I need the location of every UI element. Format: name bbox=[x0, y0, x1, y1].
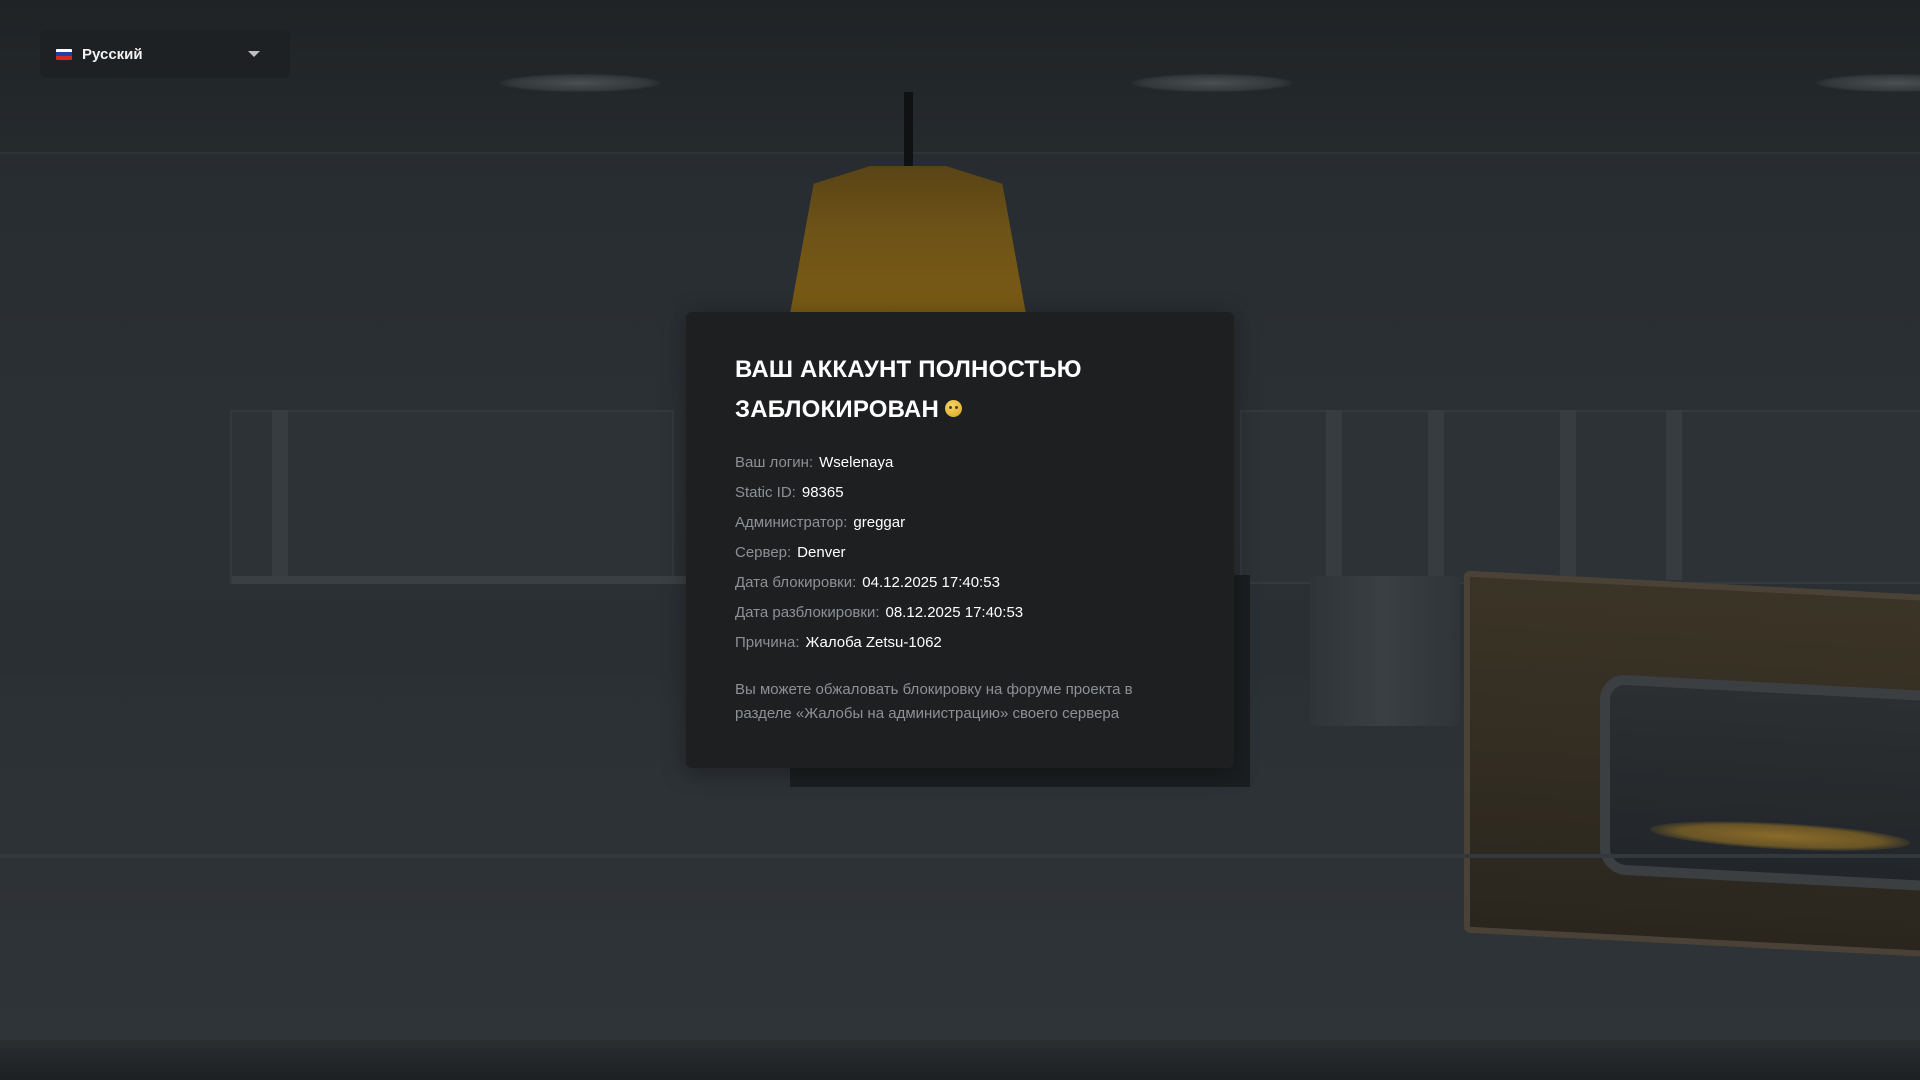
info-label: Static ID: bbox=[735, 484, 796, 501]
wall-post bbox=[1326, 410, 1342, 580]
info-label: Ваш логин: bbox=[735, 454, 814, 471]
info-row-unban-date: Дата разблокировки: 08.12.2025 17:40:53 bbox=[735, 598, 1185, 628]
wall-post bbox=[1560, 410, 1576, 580]
info-row-admin: Администратор: greggar bbox=[735, 508, 1185, 538]
appeal-note: Вы можете обжаловать блокировку на форум… bbox=[735, 681, 1133, 722]
lamp-cord bbox=[904, 92, 913, 170]
info-label: Причина: bbox=[735, 634, 800, 651]
cylinder-object bbox=[1310, 576, 1460, 726]
ban-notice-dialog: ВАШ АККАУНТ ПОЛНОСТЬЮ ЗАБЛОКИРОВАН Ваш л… bbox=[686, 312, 1234, 768]
ceiling bbox=[0, 0, 1920, 154]
admin-value: greggar bbox=[853, 514, 906, 531]
server-value: Denver bbox=[797, 544, 846, 561]
lamp-shade bbox=[790, 166, 1026, 314]
wall-panel bbox=[1240, 410, 1920, 584]
sad-face-emoji-icon bbox=[945, 400, 962, 418]
shelf bbox=[232, 576, 692, 584]
ban-date-value: 04.12.2025 17:40:53 bbox=[862, 574, 1000, 591]
info-row-login: Ваш логин: Wselenaya bbox=[735, 448, 1185, 478]
wall-post bbox=[272, 410, 288, 580]
info-row-server: Сервер: Denver bbox=[735, 538, 1185, 568]
static-id-value: 98365 bbox=[801, 484, 844, 501]
wall-post bbox=[1666, 410, 1682, 580]
ceiling-light bbox=[1816, 74, 1920, 92]
info-row-ban-date: Дата блокировки: 04.12.2025 17:40:53 bbox=[735, 568, 1185, 598]
unban-date-value: 08.12.2025 17:40:53 bbox=[885, 604, 1024, 621]
floor-edge bbox=[0, 1040, 1920, 1080]
login-value: Wselenaya bbox=[819, 454, 894, 471]
russia-flag-icon bbox=[56, 48, 72, 60]
wall-post bbox=[1428, 410, 1444, 580]
ceiling-light bbox=[1132, 74, 1292, 92]
ban-title-text: ВАШ АККАУНТ ПОЛНОСТЬЮ ЗАБЛОКИРОВАН bbox=[735, 356, 1082, 423]
info-row-reason: Причина: Жалоба Zetsu-1062 bbox=[735, 628, 1185, 658]
wall-panel bbox=[230, 410, 674, 584]
info-label: Сервер: bbox=[735, 544, 792, 561]
info-label: Администратор: bbox=[735, 514, 848, 531]
ceiling-light bbox=[500, 74, 660, 92]
reason-value: Жалоба Zetsu-1062 bbox=[805, 634, 942, 651]
counter-line bbox=[0, 854, 1920, 858]
info-row-static-id: Static ID: 98365 bbox=[735, 478, 1185, 508]
info-label: Дата блокировки: bbox=[735, 574, 857, 591]
microwave-window bbox=[1600, 673, 1920, 893]
microwave-plate bbox=[1650, 816, 1910, 856]
info-label: Дата разблокировки: bbox=[735, 604, 880, 621]
language-label: Русский bbox=[82, 45, 143, 63]
language-selector[interactable]: Русский bbox=[40, 30, 290, 78]
ban-title: ВАШ АККАУНТ ПОЛНОСТЬЮ ЗАБЛОКИРОВАН bbox=[735, 350, 1185, 430]
flag-stripe bbox=[56, 55, 72, 60]
chevron-down-icon bbox=[248, 51, 260, 57]
microwave bbox=[1464, 570, 1920, 960]
